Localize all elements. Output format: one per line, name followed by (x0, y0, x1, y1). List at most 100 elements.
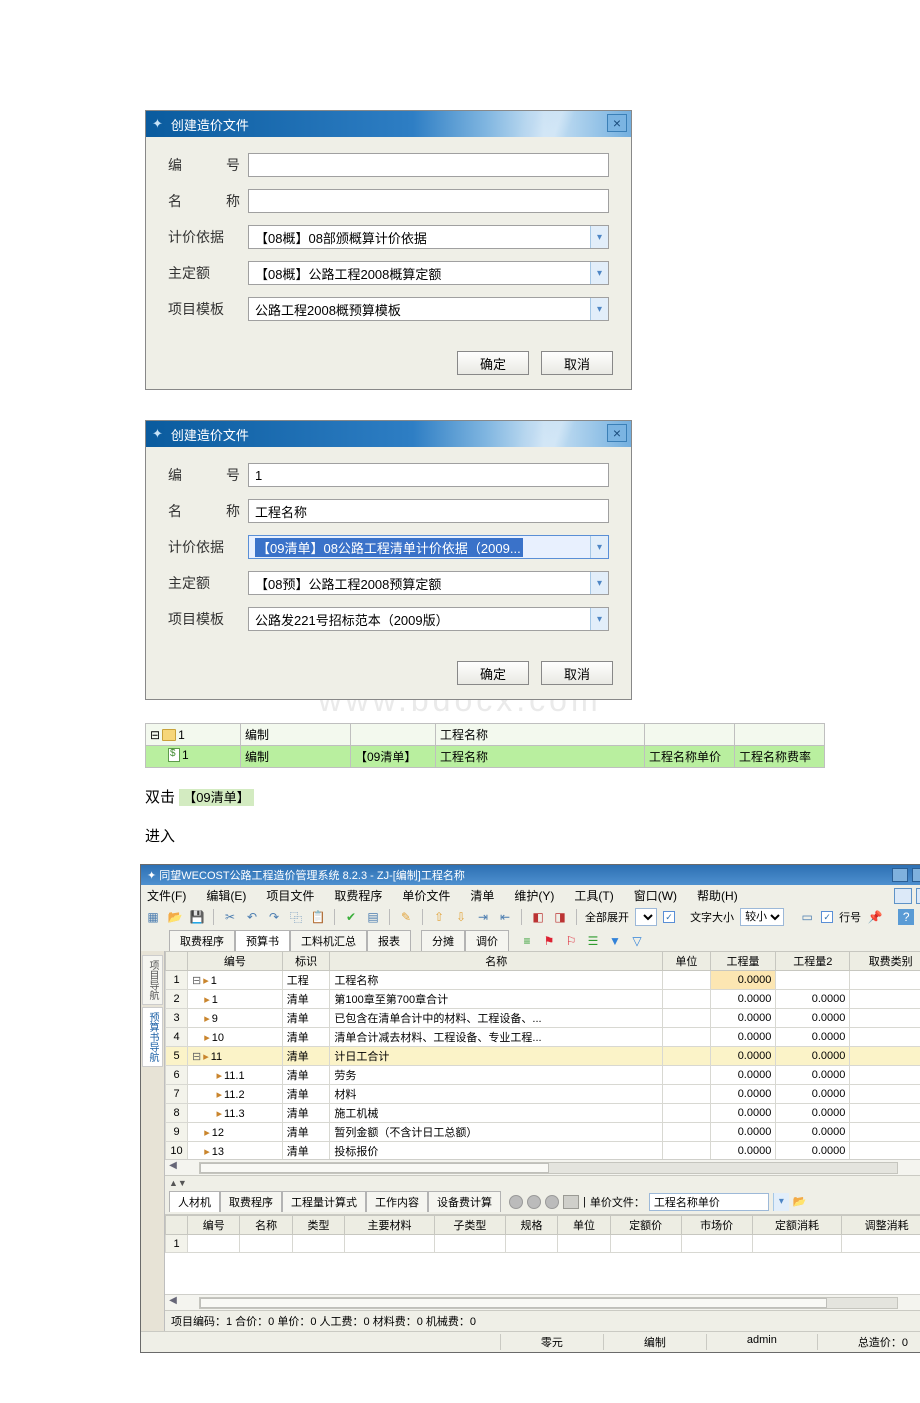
vtab-budget-nav[interactable]: 预算书导航 (142, 1007, 163, 1067)
menu-maintain[interactable]: 维护(Y) (514, 887, 554, 904)
funnel-icon[interactable]: ▼ (607, 933, 623, 949)
grid-icon[interactable]: ▤ (365, 909, 381, 925)
scroll-left-icon[interactable]: ◀ (165, 1160, 181, 1176)
tab-rcj[interactable]: 人材机 (169, 1191, 220, 1212)
scroll-right-icon[interactable]: ▶ (916, 1295, 920, 1311)
flag2-icon[interactable]: ⚐ (563, 933, 579, 949)
table-row[interactable]: 6 ▸11.1清单劳务0.00000.0000 (166, 1066, 920, 1085)
mingcheng-input[interactable] (248, 189, 609, 213)
h-scrollbar[interactable]: ◀ ▶ (165, 1159, 920, 1175)
table-row[interactable]: 1 (166, 1235, 920, 1253)
mingcheng-input[interactable]: 工程名称 (248, 499, 609, 523)
circle-tool-1[interactable] (509, 1195, 523, 1209)
new-icon[interactable]: ▦ (145, 909, 161, 925)
lib2-icon[interactable]: ◨ (552, 909, 568, 925)
maximize-icon[interactable] (912, 868, 920, 882)
lower-grid[interactable]: 编号 名称 类型 主要材料 子类型 规格 单位 定额价 市场价 定额消耗 调整消… (165, 1215, 920, 1253)
tab-qty[interactable]: 工程量计算式 (282, 1191, 366, 1212)
table-row[interactable]: 3 ▸9清单已包含在清单合计中的材料、工程设备、...0.00000.0000 (166, 1009, 920, 1028)
redo-icon[interactable]: ↷ (266, 909, 282, 925)
table-row[interactable]: 8 ▸11.3清单施工机械0.00000.0000 (166, 1104, 920, 1123)
paste-icon[interactable]: 📋 (310, 909, 326, 925)
table-row[interactable]: ⊟1 编制 工程名称 (146, 724, 825, 746)
scroll-left-icon[interactable]: ◀ (165, 1295, 181, 1311)
menu-unitfile[interactable]: 单价文件 (402, 887, 450, 904)
ok-button[interactable]: 确定 (457, 661, 529, 685)
tab-budget[interactable]: 预算书 (235, 930, 290, 951)
menu-file[interactable]: 文件(F) (147, 887, 186, 904)
budget-grid[interactable]: 编号 标识 名称 单位 工程量 工程量2 取费类别 1⊟▸1工程工程名称0.00… (165, 951, 920, 1159)
vtab-project-nav[interactable]: 项目导航 (142, 955, 163, 1005)
tab-fee[interactable]: 取费程序 (169, 930, 235, 951)
menu-edit[interactable]: 编辑(E) (206, 887, 246, 904)
lib1-icon[interactable]: ◧ (530, 909, 546, 925)
cancel-button[interactable]: 取消 (541, 351, 613, 375)
table-row[interactable]: 5⊟▸11清单计日工合计0.00000.0000 (166, 1047, 920, 1066)
close-icon[interactable]: × (607, 114, 627, 132)
menu-tools[interactable]: 工具(T) (574, 887, 613, 904)
chevron-down-icon[interactable]: ▾ (590, 226, 608, 248)
close-icon[interactable]: × (607, 424, 627, 442)
moban-select[interactable]: 公路工程2008概预算模板 ▾ (248, 297, 609, 321)
circle-tool-2[interactable] (527, 1195, 541, 1209)
chevron-down-icon[interactable]: ▾ (590, 298, 608, 320)
bianhao-input[interactable]: 1 (248, 463, 609, 487)
undo-icon[interactable]: ↶ (244, 909, 260, 925)
chevron-down-icon[interactable]: ▾ (590, 572, 608, 594)
unitfile-select[interactable]: 工程名称单价 (649, 1193, 769, 1211)
flag1-icon[interactable]: ⚑ (541, 933, 557, 949)
tab-report[interactable]: 报表 (367, 930, 411, 951)
cancel-button[interactable]: 取消 (541, 661, 613, 685)
menu-window[interactable]: 窗口(W) (634, 887, 677, 904)
outdent-icon[interactable]: ⇤ (497, 909, 513, 925)
table-row[interactable]: 2 ▸1清单第100章至第700章合计0.00000.0000 (166, 990, 920, 1009)
zhudinge-select[interactable]: 【08概】公路工程2008概算定额 ▾ (248, 261, 609, 285)
menu-fee[interactable]: 取费程序 (334, 887, 382, 904)
doc-icon[interactable]: ▭ (799, 909, 815, 925)
jijia-select[interactable]: 【09清单】08公路工程清单计价依据（2009... ▾ (248, 535, 609, 559)
open-folder-icon[interactable]: 📂 (793, 1195, 807, 1208)
chevron-down-icon[interactable]: ▾ (590, 536, 608, 558)
blue-icon[interactable]: ? (898, 909, 914, 925)
table-row[interactable]: 10 ▸13清单投标报价0.00000.0000 (166, 1142, 920, 1160)
circle-tool-3[interactable] (545, 1195, 559, 1209)
window-cascade-icon[interactable]: ⧉ (916, 888, 920, 904)
splitter[interactable]: ▲▼ (165, 1175, 920, 1189)
bianhao-input[interactable] (248, 153, 609, 177)
table-row[interactable]: 1⊟▸1工程工程名称0.0000 (166, 971, 920, 990)
h-scrollbar-lower[interactable]: ◀ ▶ (165, 1294, 920, 1310)
zhudinge-select[interactable]: 【08预】公路工程2008预算定额 ▾ (248, 571, 609, 595)
menu-project[interactable]: 项目文件 (266, 887, 314, 904)
jijia-select[interactable]: 【08概】08部颁概算计价依据 ▾ (248, 225, 609, 249)
tab-fentang[interactable]: 分摊 (421, 930, 465, 951)
ok-button[interactable]: 确定 (457, 351, 529, 375)
down-icon[interactable]: ⇩ (453, 909, 469, 925)
funnel-clear-icon[interactable]: ▽ (629, 933, 645, 949)
chevron-down-icon[interactable]: ▾ (773, 1193, 789, 1211)
tab-material[interactable]: 工料机汇总 (290, 930, 367, 951)
rowno-check[interactable]: ✓ (821, 911, 833, 923)
table-row[interactable]: 9 ▸12清单暂列金额（不含计日工总额）0.00000.0000 (166, 1123, 920, 1142)
menu-list[interactable]: 清单 (470, 887, 494, 904)
chevron-down-icon[interactable]: ▾ (590, 262, 608, 284)
tool-icon[interactable]: ✎ (398, 909, 414, 925)
tab-tiaojia[interactable]: 调价 (465, 930, 509, 951)
up-icon[interactable]: ⇧ (431, 909, 447, 925)
minimize-icon[interactable] (892, 868, 908, 882)
font-size-select[interactable]: 较小 (740, 908, 784, 926)
rect-tool[interactable] (563, 1195, 579, 1209)
moban-select[interactable]: 公路发221号招标范本（2009版） ▾ (248, 607, 609, 631)
tab-work[interactable]: 工作内容 (366, 1191, 428, 1212)
check-icon[interactable]: ✔ (343, 909, 359, 925)
indent-icon[interactable]: ⇥ (475, 909, 491, 925)
table-row[interactable]: 4 ▸10清单清单合计减去材料、工程设备、专业工程...0.00000.0000 (166, 1028, 920, 1047)
window-restore-icon[interactable] (894, 888, 912, 904)
tree-icon[interactable]: ☰ (585, 933, 601, 949)
save-icon[interactable]: 💾 (189, 909, 205, 925)
cut-icon[interactable]: ✂ (222, 909, 238, 925)
list-icon[interactable]: ≡ (519, 933, 535, 949)
pin-icon[interactable]: 📌 (867, 909, 883, 925)
open-icon[interactable]: 📂 (167, 909, 183, 925)
tab-equip[interactable]: 设备费计算 (428, 1191, 501, 1212)
tab-fee2[interactable]: 取费程序 (220, 1191, 282, 1212)
